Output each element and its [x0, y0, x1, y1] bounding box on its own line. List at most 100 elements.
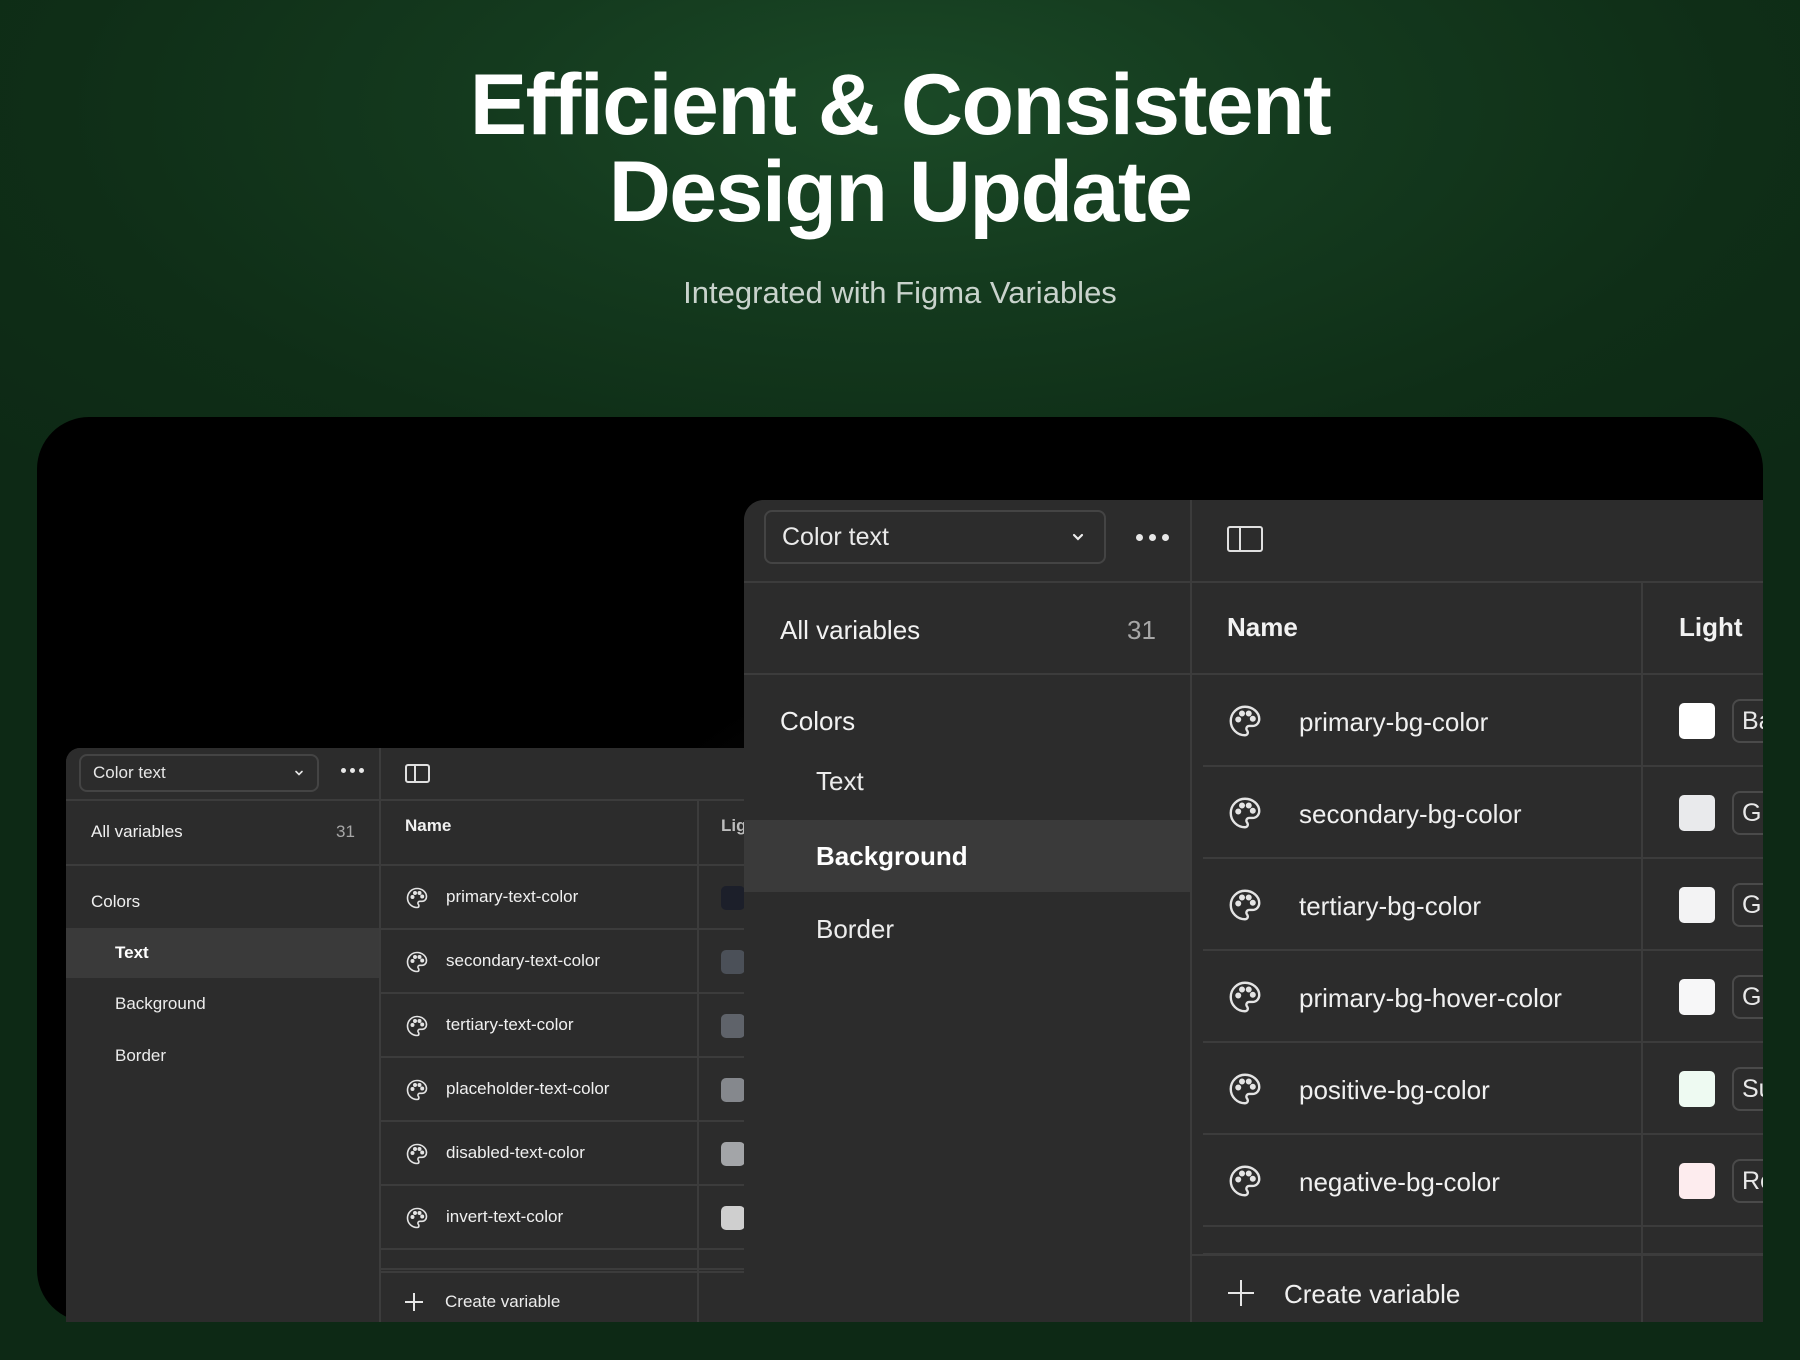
color-swatch[interactable]	[721, 1078, 745, 1102]
nav-item-text[interactable]: Text	[744, 746, 1190, 816]
divider	[1203, 1225, 1763, 1227]
palette-icon	[1229, 797, 1261, 829]
color-value-chip[interactable]: G	[1732, 791, 1763, 835]
nav-item-background[interactable]: Background	[744, 820, 1190, 892]
color-swatch[interactable]	[721, 1142, 745, 1166]
divider	[1192, 1254, 1763, 1256]
all-variables-count: 31	[1127, 615, 1156, 645]
create-variable-button[interactable]: Create variable	[1228, 1268, 1568, 1316]
palette-icon	[406, 887, 428, 909]
table-row[interactable]: secondary-text-color	[405, 930, 685, 994]
divider	[697, 800, 699, 1322]
nav-item-border[interactable]: Border	[66, 1031, 379, 1081]
table-row[interactable]: positive-bg-color	[1227, 1043, 1627, 1135]
variable-name: disabled-text-color	[446, 1143, 585, 1162]
variable-name: tertiary-bg-color	[1299, 891, 1482, 921]
palette-icon	[1229, 981, 1261, 1013]
color-swatch[interactable]	[721, 1206, 745, 1230]
all-variables-count: 31	[336, 822, 355, 841]
palette-icon	[1229, 1165, 1261, 1197]
collection-select-value: Color text	[782, 522, 889, 551]
palette-icon	[406, 1207, 428, 1229]
table-row[interactable]: tertiary-bg-color	[1227, 859, 1627, 951]
collection-select[interactable]: Color text	[764, 510, 1106, 564]
divider	[1190, 500, 1192, 1322]
more-options-icon[interactable]	[1136, 534, 1169, 541]
color-swatch[interactable]	[1679, 795, 1715, 831]
hero-title-line-2: Design Update	[608, 144, 1193, 240]
nav-group-colors[interactable]: Colors	[780, 706, 855, 737]
hero-title: Efficient & Consistent Design Update	[0, 62, 1800, 236]
nav-item-label: Background	[816, 840, 968, 871]
sidebar-toggle-icon[interactable]	[1227, 526, 1263, 552]
table-row[interactable]: primary-text-color	[405, 866, 685, 930]
variables-panel-small: Color text All variables 31 Colors Text …	[66, 748, 746, 1322]
color-swatch[interactable]	[721, 950, 745, 974]
hero-title-line-1: Efficient & Consistent	[469, 57, 1332, 153]
nav-item-text[interactable]: Text	[66, 928, 379, 978]
variable-name: primary-text-color	[446, 887, 579, 906]
plus-icon	[405, 1293, 423, 1311]
color-value-chip[interactable]: Re	[1732, 1159, 1763, 1203]
color-value-chip[interactable]: Ba	[1732, 699, 1763, 743]
divider	[381, 1271, 746, 1273]
all-variables-item[interactable]: All variables 31	[66, 800, 379, 864]
collection-select-value: Color text	[93, 763, 166, 782]
divider	[381, 1248, 746, 1250]
chevron-down-icon	[1072, 533, 1084, 541]
divider	[381, 1268, 746, 1270]
nav-item-label: Text	[115, 943, 149, 962]
all-variables-item[interactable]: All variables 31	[744, 583, 1190, 673]
column-header-name[interactable]: Name	[405, 816, 451, 836]
variable-name: positive-bg-color	[1299, 1075, 1490, 1105]
palette-icon	[406, 1143, 428, 1165]
nav-item-background[interactable]: Background	[66, 979, 379, 1029]
color-value-chip[interactable]: G	[1732, 883, 1763, 927]
sidebar-toggle-icon[interactable]	[405, 764, 430, 783]
nav-item-label: Border	[816, 913, 895, 944]
table-row[interactable]: disabled-text-color	[405, 1122, 685, 1186]
variable-name: secondary-text-color	[446, 951, 601, 970]
create-variable-label: Create variable	[445, 1292, 561, 1311]
variable-name: invert-text-color	[446, 1207, 564, 1226]
variables-panel-large: Color text All variables 31 Colors Text …	[744, 500, 1763, 1322]
variable-name: secondary-bg-color	[1299, 799, 1522, 829]
table-row[interactable]: negative-bg-color	[1227, 1135, 1627, 1227]
create-variable-label: Create variable	[1284, 1279, 1461, 1309]
variable-name: primary-bg-color	[1299, 707, 1489, 737]
color-swatch[interactable]	[1679, 703, 1715, 739]
color-value-chip[interactable]: G	[1732, 975, 1763, 1019]
plus-icon	[1228, 1280, 1254, 1306]
nav-item-label: Text	[816, 765, 864, 796]
nav-item-label: Border	[115, 1046, 167, 1065]
divider	[379, 748, 381, 1322]
column-header-light[interactable]: Lig	[721, 816, 746, 836]
nav-group-colors[interactable]: Colors	[91, 892, 140, 912]
all-variables-label: All variables	[91, 822, 183, 841]
color-value-chip[interactable]: Su	[1732, 1067, 1763, 1111]
collection-select[interactable]: Color text	[79, 754, 319, 792]
hero-subtitle: Integrated with Figma Variables	[683, 275, 1117, 310]
table-row[interactable]: tertiary-text-color	[405, 994, 685, 1058]
color-swatch[interactable]	[721, 886, 745, 910]
table-row[interactable]: secondary-bg-color	[1227, 767, 1627, 859]
create-variable-button[interactable]: Create variable	[405, 1283, 685, 1321]
more-options-icon[interactable]	[341, 768, 364, 773]
palette-icon	[1229, 705, 1261, 737]
color-swatch[interactable]	[1679, 887, 1715, 923]
table-row[interactable]: primary-bg-hover-color	[1227, 951, 1627, 1043]
variable-name: negative-bg-color	[1299, 1167, 1500, 1197]
variable-name: placeholder-text-color	[446, 1079, 610, 1098]
table-row[interactable]: primary-bg-color	[1227, 675, 1627, 767]
table-row[interactable]: invert-text-color	[405, 1186, 685, 1250]
column-header-name[interactable]: Name	[1227, 612, 1298, 643]
column-header-light[interactable]: Light	[1679, 612, 1743, 643]
nav-item-border[interactable]: Border	[744, 894, 1190, 964]
color-swatch[interactable]	[1679, 979, 1715, 1015]
table-row[interactable]: placeholder-text-color	[405, 1058, 685, 1122]
color-swatch[interactable]	[1679, 1163, 1715, 1199]
color-swatch[interactable]	[721, 1014, 745, 1038]
variable-name: primary-bg-hover-color	[1299, 983, 1562, 1013]
palette-icon	[1229, 889, 1261, 921]
color-swatch[interactable]	[1679, 1071, 1715, 1107]
